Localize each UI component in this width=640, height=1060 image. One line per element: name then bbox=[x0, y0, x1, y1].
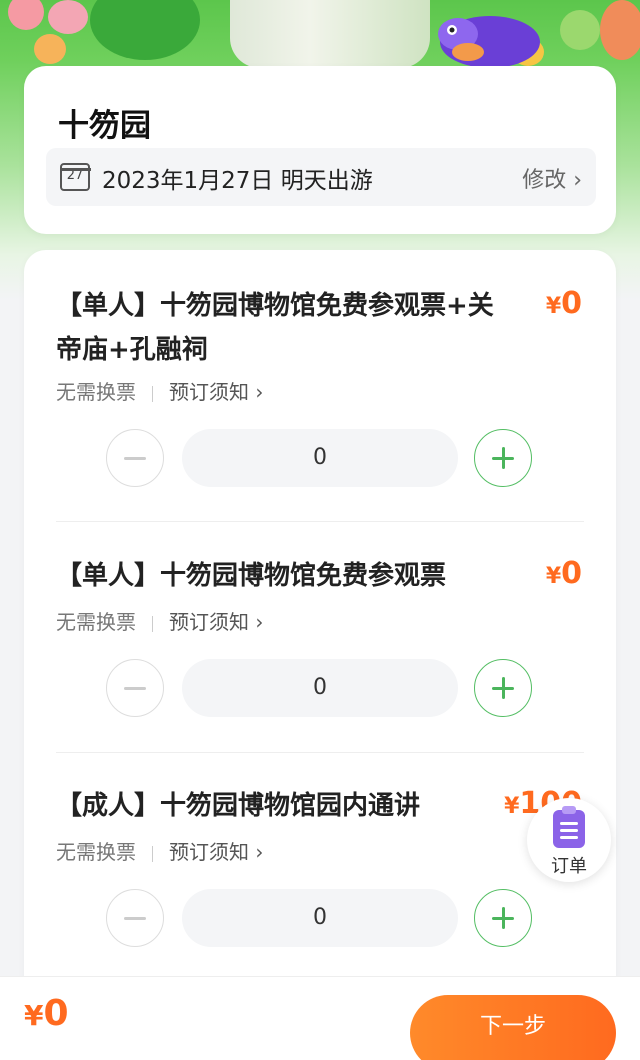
ticket-title: 【单人】十笏园博物馆免费参观票+关帝庙+孔融祠 bbox=[56, 291, 494, 365]
increase-button[interactable] bbox=[474, 659, 532, 717]
quantity-field[interactable]: 0 bbox=[182, 429, 458, 487]
increase-button[interactable] bbox=[474, 889, 532, 947]
currency-symbol: ¥ bbox=[24, 999, 44, 1032]
ticket-meta: 无需换票 预订须知 › bbox=[56, 606, 263, 635]
modify-date-link[interactable]: 修改 › bbox=[522, 162, 582, 194]
row-divider bbox=[56, 521, 584, 522]
minus-icon bbox=[124, 917, 146, 920]
visit-date: 2023年1月27日 明天出游 bbox=[102, 168, 373, 194]
date-selector[interactable]: 27 2023年1月27日 明天出游 修改 › bbox=[46, 148, 596, 206]
exchange-note: 无需换票 bbox=[56, 380, 136, 404]
decrease-button[interactable] bbox=[106, 429, 164, 487]
minus-icon bbox=[124, 687, 146, 690]
flower-decoration bbox=[600, 0, 640, 60]
flower-decoration bbox=[48, 0, 88, 34]
ticket-meta: 无需换票 预订须知 › bbox=[56, 836, 263, 865]
currency-symbol: ¥ bbox=[545, 294, 562, 319]
divider bbox=[152, 385, 153, 402]
currency-symbol: ¥ bbox=[504, 794, 520, 819]
currency-symbol: ¥ bbox=[545, 564, 562, 589]
quantity-field[interactable]: 0 bbox=[182, 889, 458, 947]
row-divider bbox=[56, 752, 584, 753]
total-price: ¥0 bbox=[24, 993, 69, 1034]
divider bbox=[152, 615, 153, 632]
person-illustration bbox=[230, 0, 430, 68]
flower-decoration bbox=[560, 10, 600, 50]
divider bbox=[152, 845, 153, 862]
minus-icon bbox=[124, 457, 146, 460]
increase-button[interactable] bbox=[474, 429, 532, 487]
price-value: 0 bbox=[561, 286, 582, 321]
quantity-stepper: 0 bbox=[106, 429, 536, 489]
exchange-note: 无需换票 bbox=[56, 610, 136, 634]
calendar-icon: 27 bbox=[59, 163, 91, 191]
checkout-bar: ¥0 下一步 bbox=[0, 976, 640, 1060]
decrease-button[interactable] bbox=[106, 659, 164, 717]
clipboard-icon bbox=[553, 806, 585, 848]
ticket-meta: 无需换票 预订须知 › bbox=[56, 376, 263, 405]
flower-decoration bbox=[34, 34, 66, 64]
quantity-stepper: 0 bbox=[106, 659, 536, 719]
booking-notice-link[interactable]: 预订须知 › bbox=[169, 840, 263, 864]
flower-decoration bbox=[8, 0, 44, 30]
ticket-price: ¥0 bbox=[546, 556, 582, 591]
decrease-button[interactable] bbox=[106, 889, 164, 947]
booking-notice-link[interactable]: 预订须知 › bbox=[169, 610, 263, 634]
destination-card: 十笏园 27 2023年1月27日 明天出游 修改 › bbox=[24, 66, 616, 234]
ticket-title: 【单人】十笏园博物馆免费参观票 bbox=[56, 561, 447, 591]
orders-button[interactable]: 订单 bbox=[527, 798, 611, 882]
ticket-list: 【单人】十笏园博物馆免费参观票+关帝庙+孔融祠 ¥0 无需换票 预订须知 › 0 … bbox=[24, 250, 616, 1010]
page-title: 十笏园 bbox=[58, 108, 151, 144]
ticket-title: 【成人】十笏园博物馆园内通讲 bbox=[56, 791, 421, 821]
ticket-price: ¥0 bbox=[546, 286, 582, 321]
exchange-note: 无需换票 bbox=[56, 840, 136, 864]
leaf-decoration bbox=[90, 0, 200, 60]
total-value: 0 bbox=[43, 993, 69, 1034]
next-step-button[interactable]: 下一步 bbox=[410, 995, 616, 1060]
quantity-stepper: 0 bbox=[106, 889, 536, 949]
price-value: 0 bbox=[561, 556, 582, 591]
quantity-field[interactable]: 0 bbox=[182, 659, 458, 717]
booking-notice-link[interactable]: 预订须知 › bbox=[169, 380, 263, 404]
orders-label: 订单 bbox=[551, 856, 587, 877]
